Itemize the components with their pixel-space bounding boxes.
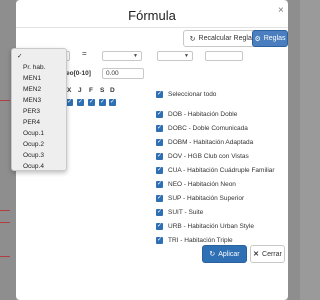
dropdown-option[interactable]: MEN1: [23, 74, 41, 83]
room-label: DOBM - Habitación Adaptada: [168, 139, 254, 146]
dropdown-option[interactable]: Pr. hab.: [23, 63, 45, 72]
background-right-panel: [288, 0, 300, 300]
room-label: CUA - Habitación Cuádruple Familiar: [168, 167, 275, 174]
dropdown-option[interactable]: MEN3: [23, 96, 41, 105]
value-range-label: eo[0-10]: [66, 70, 91, 77]
day-letter: S: [100, 87, 105, 94]
room-label: URB - Habitación Urban Style: [168, 223, 254, 230]
room-row[interactable]: ✓ CUA - Habitación Cuádruple Familiar: [156, 166, 286, 176]
room-checkbox[interactable]: ✓: [156, 125, 163, 132]
day-checkbox[interactable]: ✓: [66, 99, 73, 106]
room-row[interactable]: ✓ DOV - HGB Club con Vistas: [156, 152, 286, 162]
modal-title: Fórmula: [128, 8, 176, 23]
rules-label: Reglas: [263, 35, 286, 42]
room-checkbox[interactable]: ✓: [156, 195, 163, 202]
background-marker: [0, 256, 10, 257]
formula-operator-select[interactable]: ▼: [157, 51, 193, 61]
room-label: NEO - Habitación Neon: [168, 181, 236, 188]
close-button[interactable]: ✕ Cerrar: [250, 245, 285, 263]
close-icon[interactable]: ×: [278, 5, 284, 16]
refresh-icon: ↻: [189, 35, 196, 43]
room-label: DOBC - Doble Comunicada: [168, 125, 248, 132]
room-row[interactable]: ✓ NEO - Habitación Neon: [156, 180, 286, 190]
apply-button[interactable]: ↻ Aplicar: [202, 245, 247, 263]
room-row[interactable]: ✓ URB - Habitación Urban Style: [156, 222, 286, 232]
refresh-icon: ↻: [209, 251, 216, 258]
header-divider: [16, 27, 288, 28]
dropdown-option[interactable]: Ocup.3: [23, 151, 44, 160]
room-row[interactable]: ✓ SUIT - Suite: [156, 208, 286, 218]
background-marker: [0, 100, 10, 101]
room-checkbox[interactable]: ✓: [156, 111, 163, 118]
chevron-down-icon: ▼: [133, 53, 138, 59]
select-all-row[interactable]: ✓ Seleccionar todo: [156, 90, 286, 100]
rules-button[interactable]: ⚙ Reglas: [252, 30, 288, 47]
day-checkbox[interactable]: ✓: [77, 99, 84, 106]
background-marker: [0, 222, 10, 223]
room-label: DOV - HGB Club con Vistas: [168, 153, 249, 160]
select-all-checkbox[interactable]: ✓: [156, 91, 163, 98]
room-label: SUIT - Suite: [168, 209, 204, 216]
room-row[interactable]: ✓ DOB - Habitación Doble: [156, 110, 286, 120]
dropdown-option[interactable]: PER3: [23, 107, 40, 116]
dropdown-option[interactable]: PER4: [23, 118, 40, 127]
dropdown-option[interactable]: Ocup.2: [23, 140, 44, 149]
room-checkbox[interactable]: ✓: [156, 181, 163, 188]
day-letter: D: [110, 87, 115, 94]
recalculate-rules-label: Recalcular Reglas: [198, 35, 256, 42]
room-checkbox[interactable]: ✓: [156, 139, 163, 146]
check-icon: ✓: [17, 53, 23, 60]
day-letter: X: [67, 87, 72, 94]
room-row[interactable]: ✓ DOBM - Habitación Adaptada: [156, 138, 286, 148]
room-checkbox[interactable]: ✓: [156, 167, 163, 174]
field-dropdown-list: ✓ Pr. hab. MEN1 MEN2 MEN3 PER3 PER4 Ocup…: [11, 48, 67, 171]
gear-icon: ⚙: [254, 35, 261, 43]
room-label: SUP - Habitación Superior: [168, 195, 245, 202]
close-label: Cerrar: [262, 250, 282, 258]
day-letter: F: [89, 87, 93, 94]
room-row[interactable]: ✓ DOBC - Doble Comunicada: [156, 124, 286, 134]
room-checkbox[interactable]: ✓: [156, 153, 163, 160]
day-letter: J: [78, 87, 82, 94]
close-icon: ✕: [253, 251, 260, 258]
chevron-down-icon: ▼: [184, 53, 189, 59]
room-row[interactable]: ✓ SUP - Habitación Superior: [156, 194, 286, 204]
equals-sign: =: [82, 49, 87, 58]
formula-operand-select[interactable]: ▼: [102, 51, 142, 61]
dropdown-option[interactable]: Ocup.4: [23, 162, 44, 171]
room-checkbox[interactable]: ✓: [156, 237, 163, 244]
dropdown-option[interactable]: MEN2: [23, 85, 41, 94]
select-all-label: Seleccionar todo: [168, 91, 217, 98]
day-checkbox[interactable]: ✓: [99, 99, 106, 106]
day-checkbox[interactable]: ✓: [88, 99, 95, 106]
formula-value-field[interactable]: [205, 51, 243, 61]
value-input[interactable]: 0.00: [102, 68, 144, 79]
apply-label: Aplicar: [218, 250, 240, 258]
room-checkbox[interactable]: ✓: [156, 209, 163, 216]
room-label: DOB - Habitación Doble: [168, 111, 238, 118]
recalculate-rules-button[interactable]: ↻ Recalcular Reglas: [183, 30, 262, 47]
day-checkbox[interactable]: ✓: [109, 99, 116, 106]
background-marker: [0, 210, 10, 211]
room-checkbox[interactable]: ✓: [156, 223, 163, 230]
dropdown-option[interactable]: Ocup.1: [23, 129, 44, 138]
